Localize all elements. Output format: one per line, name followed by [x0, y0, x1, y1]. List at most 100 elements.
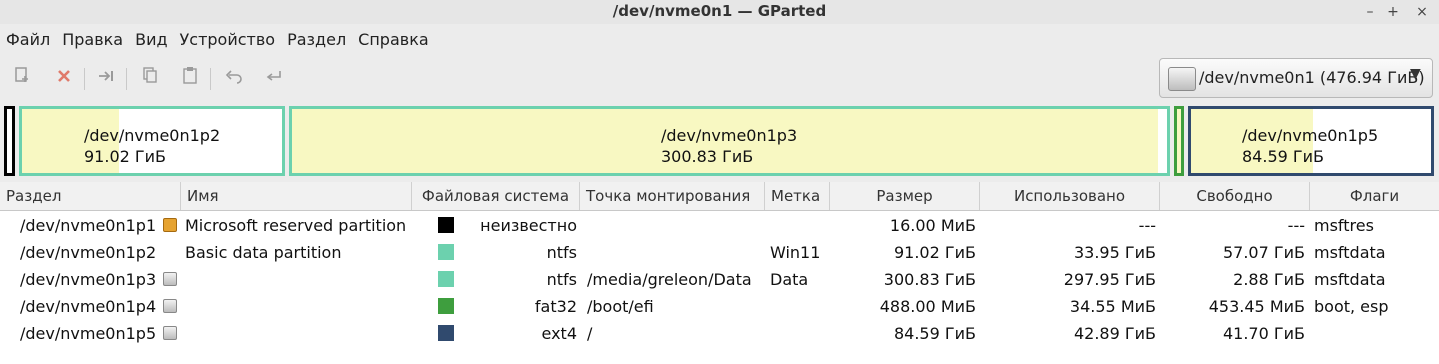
column-partition[interactable]: Раздел — [0, 182, 181, 210]
column-name[interactable]: Имя — [181, 182, 412, 210]
filesystem-color-swatch — [438, 217, 454, 233]
menu-device[interactable]: Устройство — [174, 26, 282, 54]
paste-icon[interactable] — [176, 66, 204, 92]
toolbar-separator — [84, 68, 85, 90]
filesystem-cell: ntfs — [546, 243, 577, 262]
partition-table: Раздел Имя Файловая система Точка монтир… — [0, 182, 1439, 364]
flags-cell: boot, esp — [1314, 297, 1389, 316]
menu-partition[interactable]: Раздел — [281, 26, 352, 54]
size-cell: 300.83 ГиБ — [883, 270, 976, 289]
size-cell: 488.00 МиБ — [879, 297, 976, 316]
column-label[interactable]: Метка — [765, 182, 830, 210]
menu-help[interactable]: Справка — [352, 26, 435, 54]
flags-cell: msftdata — [1314, 270, 1386, 289]
flags-cell: msftres — [1314, 216, 1374, 235]
partition-size: 300.83 ГиБ — [661, 147, 754, 166]
window-title: /dev/nvme0n1 — GParted — [612, 2, 827, 20]
mountpoint-cell: / — [587, 324, 593, 343]
column-mountpoint[interactable]: Точка монтирования — [580, 182, 765, 210]
partition-cell: /dev/nvme0n1p5 — [20, 324, 157, 343]
column-filesystem[interactable]: Файловая система — [412, 182, 580, 210]
partition-map: /dev/nvme0n1p2 91.02 ГиБ /dev/nvme0n1p3 … — [0, 102, 1439, 180]
maximize-button[interactable]: + — [1382, 2, 1404, 22]
title-bar: /dev/nvme0n1 — GParted – + × — [0, 0, 1439, 24]
flags-cell — [1314, 320, 1436, 347]
partition-name: /dev/nvme0n1p2 — [84, 126, 221, 145]
resize-move-icon[interactable] — [92, 66, 120, 92]
mounted-icon — [163, 326, 177, 340]
chevron-down-icon: ▼ — [1410, 66, 1421, 82]
column-size[interactable]: Размер — [830, 182, 980, 210]
undo-icon[interactable] — [220, 66, 248, 92]
partition-name: /dev/nvme0n1p5 — [1242, 126, 1379, 145]
filesystem-cell: ext4 — [541, 324, 577, 343]
label-cell — [770, 212, 828, 239]
label-cell: Win11 — [770, 243, 821, 262]
used-cell: 34.55 МиБ — [1069, 297, 1156, 316]
filesystem-color-swatch — [438, 244, 454, 260]
menu-edit[interactable]: Правка — [56, 26, 129, 54]
label-cell: Data — [770, 270, 809, 289]
mounted-icon — [163, 272, 177, 286]
filesystem-cell: неизвестно — [480, 216, 577, 235]
filesystem-color-swatch — [438, 271, 454, 287]
toolbar-separator — [210, 68, 211, 90]
column-used[interactable]: Использовано — [980, 182, 1160, 210]
filesystem-cell: fat32 — [534, 297, 577, 316]
minimize-button[interactable]: – — [1359, 2, 1381, 22]
table-header: Раздел Имя Файловая система Точка монтир… — [0, 182, 1439, 211]
partition-cell: /dev/nvme0n1p1 — [20, 216, 157, 235]
table-row[interactable]: /dev/nvme0n1p5 ext4 / 84.59 ГиБ 42.89 ГиБ 41.… — [0, 320, 1439, 347]
partition-block-p4[interactable] — [1174, 106, 1184, 176]
free-cell: 453.45 МиБ — [1208, 297, 1305, 316]
table-row[interactable]: /dev/nvme0n1p3 ntfs/media/greleon/Data Dat… — [0, 266, 1439, 293]
used-cell: 42.89 ГиБ — [1073, 324, 1156, 343]
filesystem-color-swatch — [438, 325, 454, 341]
used-cell: --- — [1138, 216, 1156, 235]
partition-cell: /dev/nvme0n1p4 — [20, 297, 157, 316]
size-cell: 91.02 ГиБ — [893, 243, 976, 262]
partition-cell: /dev/nvme0n1p2 — [20, 243, 157, 262]
partition-size: 84.59 ГиБ — [1242, 147, 1325, 166]
flags-cell: msftdata — [1314, 243, 1386, 262]
device-selector-label: /dev/nvme0n1 (476.94 ГиБ) — [1199, 68, 1425, 87]
mounted-icon — [163, 299, 177, 313]
copy-icon[interactable] — [136, 66, 164, 92]
partition-block-p1[interactable] — [4, 106, 15, 176]
partition-block-p5[interactable]: /dev/nvme0n1p5 84.59 ГиБ — [1188, 106, 1434, 176]
used-cell: 33.95 ГиБ — [1073, 243, 1156, 262]
size-cell: 16.00 МиБ — [889, 216, 976, 235]
name-cell: Basic data partition — [185, 243, 342, 262]
mountpoint-cell: /boot/efi — [587, 297, 654, 316]
column-flags[interactable]: Флаги — [1310, 182, 1439, 210]
mountpoint-cell — [587, 239, 765, 266]
toolbar-separator — [126, 68, 127, 90]
free-cell: 2.88 ГиБ — [1233, 270, 1305, 289]
menu-file[interactable]: Файл — [0, 26, 56, 54]
free-cell: 57.07 ГиБ — [1222, 243, 1305, 262]
free-cell: 41.70 ГиБ — [1222, 324, 1305, 343]
table-row[interactable]: /dev/nvme0n1p1 Microsoft reserved partiti… — [0, 212, 1439, 239]
filesystem-color-swatch — [438, 298, 454, 314]
label-cell — [770, 293, 828, 320]
name-cell — [185, 293, 410, 320]
new-partition-icon[interactable] — [8, 66, 36, 92]
name-cell — [185, 266, 410, 293]
table-row[interactable]: /dev/nvme0n1p4 fat32/boot/efi 488.00 МиБ 34… — [0, 293, 1439, 320]
column-free[interactable]: Свободно — [1160, 182, 1310, 210]
close-button[interactable]: × — [1411, 2, 1433, 22]
device-selector[interactable]: /dev/nvme0n1 (476.94 ГиБ) ▼ — [1159, 58, 1433, 98]
partition-size: 91.02 ГиБ — [84, 147, 167, 166]
name-cell: Microsoft reserved partition — [185, 216, 407, 235]
partition-block-p2[interactable]: /dev/nvme0n1p2 91.02 ГиБ — [19, 106, 285, 176]
table-row[interactable]: /dev/nvme0n1p2 Basic data partition ntfs Wi… — [0, 239, 1439, 266]
mountpoint-cell: /media/greleon/Data — [587, 270, 752, 289]
menu-view[interactable]: Вид — [129, 26, 173, 54]
partition-block-p3[interactable]: /dev/nvme0n1p3 300.83 ГиБ — [289, 106, 1170, 176]
filesystem-cell: ntfs — [546, 270, 577, 289]
name-cell — [185, 320, 410, 347]
mountpoint-cell — [587, 212, 765, 239]
apply-icon[interactable] — [260, 66, 288, 92]
delete-icon[interactable] — [50, 66, 78, 92]
label-cell — [770, 320, 828, 347]
